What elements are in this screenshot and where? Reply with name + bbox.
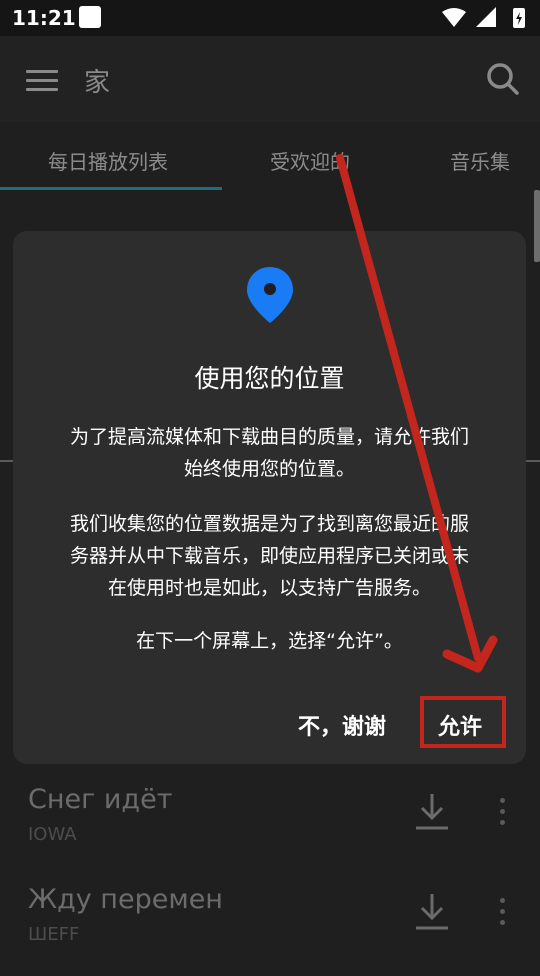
song-artist: ШЕFF [28,924,80,945]
more-options-icon[interactable] [496,898,508,938]
deny-button[interactable]: 不，谢谢 [298,709,386,741]
dialog-paragraph-line: 始终使用您的位置。 [183,458,355,480]
page-title: 家 [84,68,111,98]
download-icon[interactable] [414,792,450,832]
wifi-icon [442,8,466,27]
search-icon[interactable] [486,62,520,96]
more-options-icon[interactable] [496,798,508,838]
tab-daily-playlist[interactable]: 每日播放列表 [48,146,168,175]
signal-icon [476,7,496,27]
tab-indicator [0,187,222,190]
dialog-paragraph-line: 务器并从中下载音乐，即使应用程序已关闭或未 [69,545,469,567]
location-permission-dialog: 使用您的位置 为了提高流媒体和下载曲目的质量，请允许我们 始终使用您的位置。 我… [13,231,526,764]
song-title: Снег идёт [28,784,173,815]
location-pin-icon [247,267,293,323]
menu-icon[interactable] [26,70,58,92]
dialog-paragraph-line: 为了提高流媒体和下载曲目的质量，请允许我们 [69,426,469,448]
song-artist: IOWA [28,824,77,845]
tab-bar: 每日播放列表 受欢迎的 音乐集 [0,122,540,192]
notification-icon [79,6,101,28]
dialog-title: 使用您的位置 [194,364,345,393]
status-bar: 11:21 [0,0,540,36]
list-item[interactable]: Жду перемен ШЕFF [0,876,540,976]
download-icon[interactable] [414,892,450,932]
scrollbar[interactable] [534,190,540,262]
dialog-paragraph-line: 我们收集您的位置数据是为了找到离您最近的服 [69,513,469,535]
dialog-paragraph-line: 在使用时也是如此，以支持广告服务。 [107,577,431,599]
dialog-paragraph-line: 在下一个屏幕上，选择“允许”。 [136,630,403,652]
status-time: 11:21 [12,6,76,30]
list-item[interactable]: Снег идёт IOWA [0,776,540,876]
allow-highlight-box [420,696,506,748]
tab-popular[interactable]: 受欢迎的 [270,146,350,175]
song-title: Жду перемен [28,884,223,915]
status-icons [442,7,525,28]
tab-albums[interactable]: 音乐集 [450,146,510,175]
app-bar: 家 [0,36,540,122]
